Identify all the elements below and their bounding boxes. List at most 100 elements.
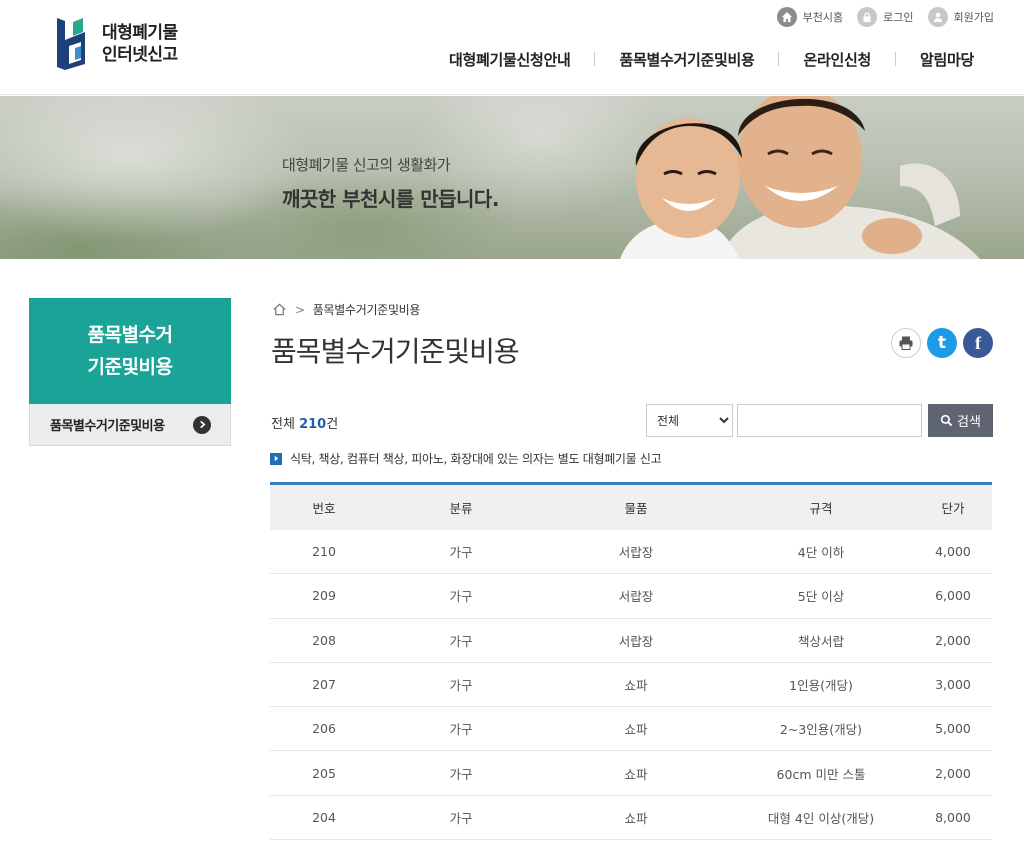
logo-text-line2: 인터넷신고 <box>102 45 178 65</box>
cell-category: 가구 <box>378 706 544 752</box>
util-login[interactable]: 로그인 <box>857 6 914 28</box>
cell-price: 3,000 <box>914 662 992 708</box>
cell-category: 가구 <box>378 750 544 796</box>
cell-price: 8,000 <box>914 795 992 841</box>
cell-price: 4,000 <box>914 529 992 575</box>
notice: 식탁, 책상, 컴퓨터 책상, 피아노, 화장대에 있는 의자는 별도 대형폐기… <box>270 450 662 467</box>
user-icon <box>927 7 948 27</box>
cell-item: 쇼파 <box>544 795 728 841</box>
search-category-select[interactable]: 전체 <box>646 404 733 437</box>
table-header-row: 번호 분류 물품 규격 단가 <box>270 483 992 530</box>
nav-item-online-apply[interactable]: 온라인신청 <box>779 49 895 70</box>
arrow-bullet-icon <box>270 452 282 465</box>
util-bucheon-home[interactable]: 부천시홈 <box>776 6 844 28</box>
cell-spec: 대형 4인 이상(개당) <box>728 795 914 841</box>
cell-price: 5,000 <box>914 706 992 752</box>
table-row[interactable]: 207 가구 쇼파 1인용(개당) 3,000 <box>270 662 992 708</box>
banner-copy: 대형폐기물 신고의 생활화가 깨끗한 부천시를 만듭니다. <box>282 154 499 212</box>
home-icon <box>776 7 797 27</box>
sidebar-item-cost[interactable]: 품목별수거기준및비용 <box>29 404 231 446</box>
col-header-price: 단가 <box>941 500 965 516</box>
home-icon[interactable] <box>272 302 287 317</box>
util-bucheon-home-label: 부천시홈 <box>802 11 844 24</box>
cell-number: 209 <box>270 573 378 619</box>
hero-banner: 대형폐기물 신고의 생활화가 깨끗한 부천시를 만듭니다. <box>0 96 1024 259</box>
search-bar: 전체 검색 <box>646 404 993 437</box>
cell-spec: 책상서랍 <box>728 618 914 663</box>
cell-price: 2,000 <box>914 750 992 796</box>
cell-number: 204 <box>270 795 378 841</box>
cell-number: 206 <box>270 706 378 752</box>
cell-item: 쇼파 <box>544 750 728 796</box>
banner-line1: 대형폐기물 신고의 생활화가 <box>282 156 451 174</box>
item-cost-table: 번호 분류 물품 규격 단가 210 가구 서랍장 4단 이하 4,000 20… <box>270 482 992 841</box>
nav-item-cost[interactable]: 품목별수거기준및비용 <box>595 49 778 70</box>
search-button-label: 검색 <box>957 415 981 430</box>
banner-photo-image <box>620 96 980 259</box>
cell-spec: 60cm 미만 스툴 <box>728 750 914 796</box>
cell-category: 가구 <box>378 795 544 841</box>
cell-item: 서랍장 <box>544 573 728 619</box>
cell-item: 쇼파 <box>544 706 728 752</box>
util-signup[interactable]: 회원가입 <box>927 6 994 28</box>
search-button[interactable]: 검색 <box>928 404 993 437</box>
col-header-spec: 규격 <box>809 500 833 516</box>
site-logo[interactable]: 대형폐기물 인터넷신고 <box>55 16 205 72</box>
cell-category: 가구 <box>378 529 544 575</box>
utility-menu: 부천시홈 로그인 회원가입 <box>776 6 994 28</box>
cell-number: 207 <box>270 662 378 708</box>
logo-text-line1: 대형폐기물 <box>102 23 178 43</box>
cell-number: 208 <box>270 618 378 663</box>
cell-spec: 4단 이하 <box>728 529 914 575</box>
notice-text: 식탁, 책상, 컴퓨터 책상, 피아노, 화장대에 있는 의자는 별도 대형폐기… <box>290 452 662 466</box>
col-header-number: 번호 <box>312 500 336 516</box>
breadcrumb-separator-icon: > <box>295 302 305 317</box>
cell-spec: 1인용(개당) <box>728 662 914 708</box>
col-header-category: 분류 <box>449 500 473 516</box>
cell-item: 서랍장 <box>544 529 728 575</box>
search-icon <box>940 414 953 427</box>
breadcrumb-current: 품목별수거기준및비용 <box>312 303 421 317</box>
facebook-icon: f <box>975 332 981 353</box>
nav-item-notice[interactable]: 알림마당 <box>896 49 998 70</box>
search-input[interactable] <box>737 404 922 437</box>
cell-number: 210 <box>270 529 378 575</box>
chevron-right-icon <box>193 415 211 434</box>
cell-spec: 5단 이상 <box>728 573 914 619</box>
table-row[interactable]: 204 가구 쇼파 대형 4인 이상(개당) 8,000 <box>270 795 992 841</box>
share-tools: t f <box>891 328 993 358</box>
lock-icon <box>857 7 878 27</box>
sidebar-title: 품목별수거 기준및비용 <box>29 298 231 404</box>
print-icon <box>899 336 913 350</box>
cell-spec: 2~3인용(개당) <box>728 706 914 752</box>
sidebar-title-line1: 품목별수거 <box>87 324 173 346</box>
table-row[interactable]: 206 가구 쇼파 2~3인용(개당) 5,000 <box>270 706 992 752</box>
sidebar-title-line2: 기준및비용 <box>87 356 173 378</box>
nav-item-guide[interactable]: 대형폐기물신청안내 <box>425 49 595 70</box>
cell-price: 6,000 <box>914 573 992 619</box>
page-title: 품목별수거기준및비용 <box>271 335 520 368</box>
main-nav: 대형폐기물신청안내 품목별수거기준및비용 온라인신청 알림마당 <box>425 44 998 74</box>
breadcrumb: > 품목별수거기준및비용 <box>272 301 420 318</box>
twitter-share-button[interactable]: t <box>927 328 957 358</box>
cell-number: 205 <box>270 750 378 796</box>
total-count-unit: 건 <box>326 417 339 432</box>
twitter-icon: t <box>937 333 947 353</box>
site-header: 대형폐기물 인터넷신고 부천시홈 로그인 회원가입 대형폐기물신청안내 품목별수… <box>0 0 1024 95</box>
total-count: 전체 210건 <box>271 413 338 432</box>
table-row[interactable]: 209 가구 서랍장 5단 이상 6,000 <box>270 573 992 619</box>
facebook-share-button[interactable]: f <box>963 328 993 358</box>
table-row[interactable]: 208 가구 서랍장 책상서랍 2,000 <box>270 618 992 663</box>
print-button[interactable] <box>891 328 921 358</box>
table-row[interactable]: 210 가구 서랍장 4단 이하 4,000 <box>270 529 992 575</box>
sidebar-item-label: 품목별수거기준및비용 <box>50 419 165 434</box>
banner-line2: 깨끗한 부천시를 만듭니다. <box>282 187 499 211</box>
total-count-value: 210 <box>299 417 327 432</box>
cell-item: 쇼파 <box>544 662 728 708</box>
logo-mark-icon <box>57 18 85 70</box>
cell-category: 가구 <box>378 573 544 619</box>
cell-item: 서랍장 <box>544 618 728 663</box>
cell-category: 가구 <box>378 662 544 708</box>
table-row[interactable]: 205 가구 쇼파 60cm 미만 스툴 2,000 <box>270 750 992 796</box>
total-label: 전체 <box>271 417 295 432</box>
